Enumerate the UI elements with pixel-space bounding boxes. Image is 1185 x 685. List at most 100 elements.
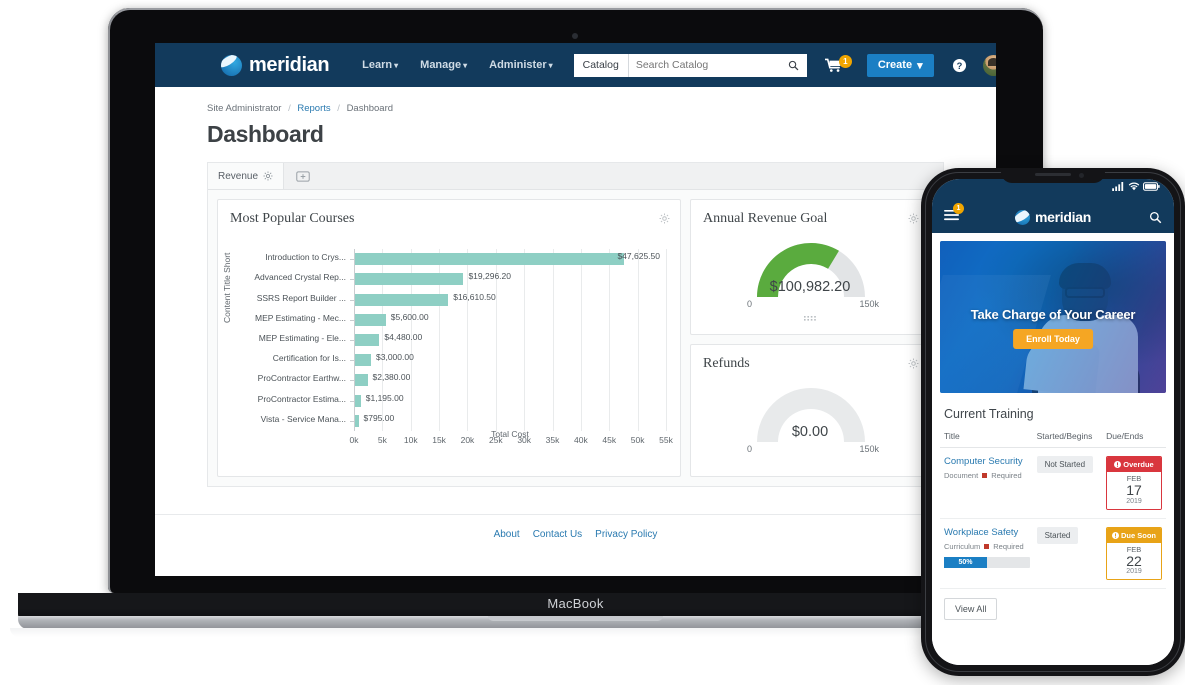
training-title-link[interactable]: Computer Security <box>944 456 1037 467</box>
chart-bar[interactable] <box>354 313 386 326</box>
battery-icon <box>1143 182 1160 191</box>
chart-category-label: ProContractor Earthw... <box>257 373 346 384</box>
chart-bar[interactable] <box>354 253 625 266</box>
training-info: Workplace Safety Curriculum Required 50% <box>944 527 1037 581</box>
tab-label: Revenue <box>218 170 259 182</box>
search-input[interactable] <box>628 53 781 77</box>
due-state-badge: Overdue <box>1107 457 1161 472</box>
enroll-today-button[interactable]: Enroll Today <box>1013 329 1093 349</box>
catalog-scope-button[interactable]: Catalog <box>573 53 629 77</box>
card-settings-gear[interactable] <box>908 356 919 374</box>
card-settings-gear[interactable] <box>908 211 919 229</box>
due-day: 22 <box>1126 552 1142 569</box>
chart-bar-row[interactable]: $1,195.00 <box>354 392 666 407</box>
training-meta: Curriculum Required <box>944 542 1037 551</box>
training-type: Curriculum <box>944 541 981 551</box>
chart-bar-row[interactable]: $795.00 <box>354 413 666 427</box>
chart-bar-value-label: $3,000.00 <box>376 352 414 363</box>
user-menu[interactable]: ▾ <box>982 54 996 76</box>
chart-bar-value-label: $19,296.20 <box>468 271 511 282</box>
webcam-icon <box>572 33 578 39</box>
chart-bar-row[interactable]: $47,625.50 <box>354 251 666 266</box>
chart-bar-row[interactable]: $2,380.00 <box>354 372 666 387</box>
wifi-icon <box>1128 182 1140 191</box>
chart-bar-row[interactable]: $4,480.00 <box>354 332 666 346</box>
add-panel-button[interactable] <box>284 163 322 189</box>
help-button[interactable]: ? <box>952 58 967 73</box>
create-button[interactable]: Create ▾ <box>866 53 934 77</box>
training-title-link[interactable]: Workplace Safety <box>944 527 1037 538</box>
view-all-button[interactable]: View All <box>944 598 998 621</box>
chevron-down-icon: ▾ <box>463 61 468 70</box>
gear-icon <box>908 358 919 369</box>
required-label: Required <box>991 471 1022 480</box>
chart-bar-value-label: $4,480.00 <box>384 332 423 342</box>
status-badge: Not Started <box>1036 456 1094 473</box>
chart-bar-value-label: $2,380.00 <box>372 372 411 383</box>
chart-plot-area: 0k 5k 10k 15k 20k 25k 30k 35k 40k 45k 50k 55k $47,62… <box>254 249 673 445</box>
gauge-max-label: 150k <box>859 299 879 309</box>
chart-category-label: SSRS Report Builder ... <box>256 292 346 303</box>
chevron-down-icon: ▾ <box>917 59 923 72</box>
progress-fill: 50% <box>944 556 987 568</box>
due-state-label: Due Soon <box>1121 530 1156 540</box>
chart-bar[interactable] <box>354 374 368 387</box>
nav-label: Administer <box>489 59 547 71</box>
phone-brand-name: meridian <box>1035 209 1091 225</box>
chart-bar[interactable] <box>354 293 449 306</box>
cart-button[interactable]: 1 <box>824 54 852 73</box>
card-title: Most Popular Courses <box>230 211 355 226</box>
phone-brand-logo[interactable]: meridian <box>1015 209 1091 225</box>
tab-revenue[interactable]: Revenue <box>208 163 285 189</box>
help-icon: ? <box>952 58 966 72</box>
chart-bar-value-label: $47,625.50 <box>617 251 660 262</box>
gauge-value: $0.00 <box>791 424 829 440</box>
gauge-max-label: 150k <box>859 444 879 454</box>
nav-item-learn[interactable]: Learn ▾ <box>351 59 409 71</box>
progress-bar: 50% <box>944 556 1030 568</box>
dashboard-panel: Revenue Most Popular Courses Content Tit… <box>207 162 944 487</box>
footer-link-contact[interactable]: Contact Us <box>533 529 582 540</box>
gear-icon <box>659 213 670 224</box>
nav-label: Learn <box>362 59 393 71</box>
chart-bar[interactable] <box>354 273 464 286</box>
chart-bar-row[interactable]: $3,000.00 <box>354 352 666 367</box>
phone-search-button[interactable] <box>1149 211 1162 224</box>
chart-bar[interactable] <box>354 354 372 367</box>
nav-item-administer[interactable]: Administer ▾ <box>478 59 563 71</box>
chart-bar-row[interactable]: $16,610.50 <box>354 291 666 306</box>
screenshot-root: meridian Learn ▾ Manage ▾ Administer ▾ Cata… <box>0 0 1185 685</box>
due-year: 2019 <box>1126 497 1142 505</box>
breadcrumb-separator: / <box>288 103 291 114</box>
footer-link-about[interactable]: About <box>494 529 520 540</box>
chart-bar[interactable] <box>354 334 380 346</box>
chart-bar-row[interactable]: $19,296.20 <box>354 271 666 286</box>
page-footer: About Contact Us Privacy Policy <box>155 514 996 576</box>
chart-bar-value-label: $1,195.00 <box>365 392 404 403</box>
training-meta: Document Required <box>944 471 1037 480</box>
table-row[interactable]: Computer Security Document Required Not … <box>940 448 1166 519</box>
chart-bar-row[interactable]: $5,600.00 <box>354 312 666 326</box>
brand-logo[interactable]: meridian <box>221 54 330 77</box>
search-icon <box>789 60 799 70</box>
macbook-device: meridian Learn ▾ Manage ▾ Administer ▾ Cata… <box>10 8 1141 637</box>
footer-link-privacy[interactable]: Privacy Policy <box>595 529 657 540</box>
chart-bar[interactable] <box>354 394 361 407</box>
breadcrumb-item-1[interactable]: Reports <box>297 103 330 114</box>
current-training-title: Current Training <box>944 407 1034 421</box>
phone-navbar: 1 meridian <box>932 201 1174 233</box>
table-row[interactable]: Workplace Safety Curriculum Required 50%… <box>940 519 1166 590</box>
widget-drag-handle[interactable] <box>804 309 816 327</box>
gauge-min-label: 0 <box>747 299 753 309</box>
due-cell: Due Soon FEB 22 2019 <box>1106 526 1162 581</box>
phone-device: 1 meridian Take Charge of Your Career En… <box>921 168 1185 676</box>
chevron-down-icon: ▾ <box>394 61 399 70</box>
breadcrumb-item-2: Dashboard <box>346 103 394 114</box>
nav-item-manage[interactable]: Manage ▾ <box>409 59 478 71</box>
avatar <box>982 54 996 76</box>
menu-button[interactable]: 1 <box>944 203 964 226</box>
search-button[interactable] <box>780 53 807 77</box>
training-status: Started <box>1036 526 1106 581</box>
chart-bar-value-label: $16,610.50 <box>453 291 496 302</box>
chart-category-label: Introduction to Crys... <box>265 252 346 263</box>
